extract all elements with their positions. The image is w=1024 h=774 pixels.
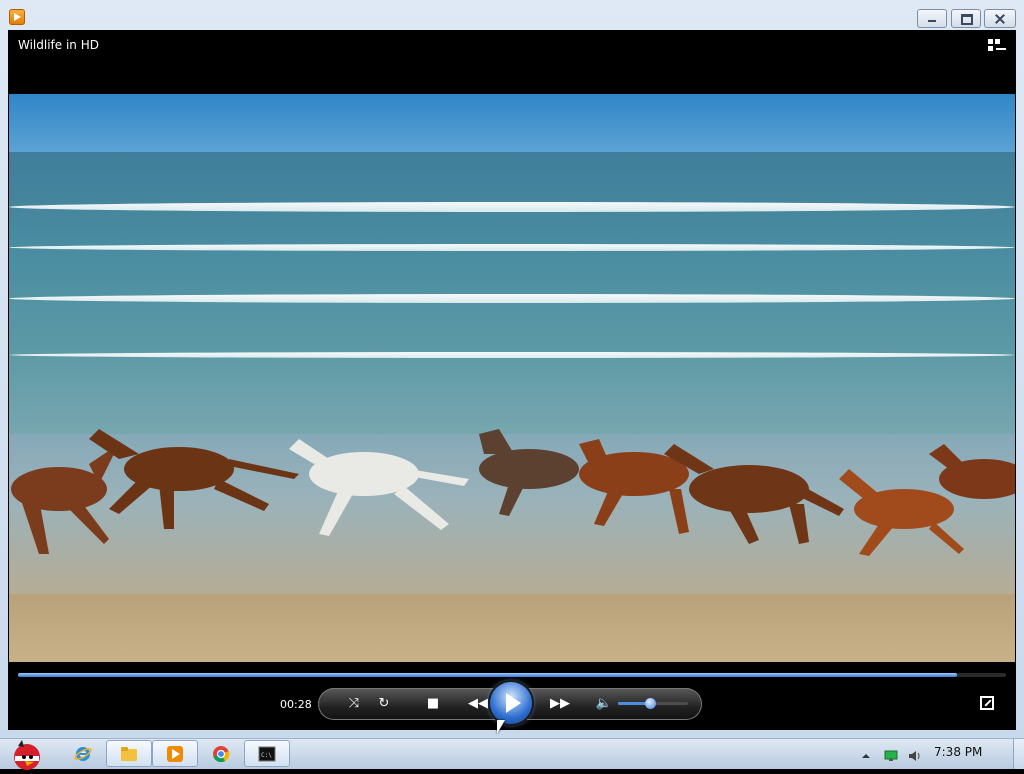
volume-knob[interactable]: [644, 698, 656, 709]
seek-bar[interactable]: [18, 673, 1006, 677]
sky: [9, 94, 1015, 156]
repeat-icon[interactable]: ↻: [374, 694, 394, 714]
media-player-icon: [167, 746, 183, 762]
volume-slider[interactable]: [618, 698, 688, 709]
show-desktop-button[interactable]: [1013, 739, 1024, 769]
show-hidden-icons[interactable]: [860, 747, 872, 759]
video-frame[interactable]: [9, 94, 1015, 662]
video-title: Wildlife in HD: [18, 38, 99, 52]
internet-explorer-icon: [74, 747, 92, 761]
wave: [9, 352, 1015, 358]
mouse-cursor: [497, 720, 505, 734]
shuffle-icon[interactable]: ⤨: [344, 694, 364, 714]
current-time: 00:28: [280, 698, 312, 711]
horses-running: [11, 429, 1015, 556]
chrome-button[interactable]: [198, 740, 244, 767]
player-area: Wildlife in HD 00:28 ⤨ ↻ ■ ◀◀ ▶▶ 🔈: [8, 30, 1016, 730]
volume-tray-icon[interactable]: [908, 747, 920, 761]
title-bar[interactable]: [0, 0, 1024, 30]
minimize-icon: [918, 10, 946, 27]
play-button[interactable]: [490, 682, 532, 724]
switch-to-library-icon[interactable]: [988, 39, 1006, 53]
media-player-window: Wildlife in HD 00:28 ⤨ ↻ ■ ◀◀ ▶▶ 🔈: [0, 0, 1024, 738]
volume-icon[interactable]: 🔈: [594, 694, 614, 714]
windows-explorer-icon: [121, 747, 137, 761]
command-prompt-button[interactable]: C:\: [244, 740, 290, 767]
media-player-app-icon[interactable]: [9, 9, 25, 25]
wave: [9, 202, 1015, 212]
close-icon: [985, 10, 1015, 27]
maximize-button[interactable]: [951, 9, 981, 28]
maximize-icon: [952, 10, 980, 27]
next-icon[interactable]: ▶▶: [548, 694, 572, 714]
wave: [9, 244, 1015, 251]
fullscreen-icon[interactable]: [980, 696, 994, 710]
previous-icon[interactable]: ◀◀: [466, 694, 490, 714]
clock[interactable]: 7:38 PM: [934, 745, 982, 759]
network-icon[interactable]: [884, 747, 898, 761]
command-prompt-icon: C:\: [258, 746, 276, 762]
media-player-button[interactable]: [152, 740, 198, 767]
taskbar: C:\ 7:38 PM: [0, 738, 1024, 770]
minimize-button[interactable]: [917, 9, 947, 28]
seek-progress: [18, 673, 957, 677]
stop-icon[interactable]: ■: [423, 694, 443, 714]
wave: [9, 294, 1015, 303]
angry-bird-icon: [14, 740, 40, 770]
start-button[interactable]: [0, 740, 50, 770]
windows-explorer-button[interactable]: [106, 740, 152, 767]
close-button[interactable]: [984, 9, 1016, 28]
internet-explorer-button[interactable]: [60, 740, 106, 767]
svg-text:C:\: C:\: [261, 752, 272, 759]
chrome-icon: [213, 746, 230, 763]
